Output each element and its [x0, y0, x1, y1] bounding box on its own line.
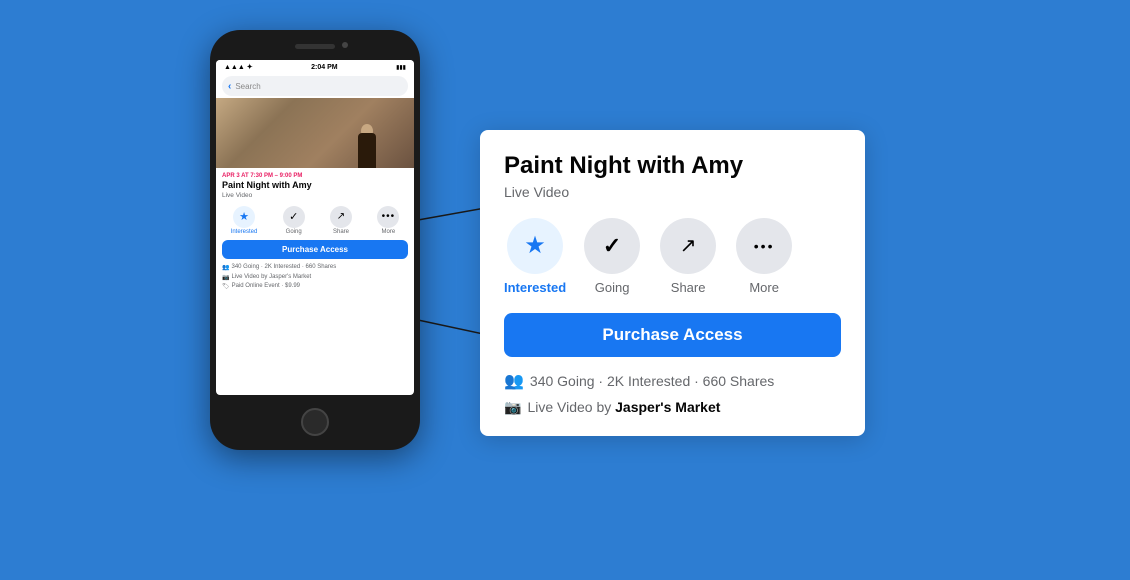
card-action-interested[interactable]: ★ Interested: [504, 218, 566, 295]
share-circle: ↗: [330, 206, 352, 228]
card-more-icon: •••: [754, 238, 775, 254]
card-share-circle: ↗: [660, 218, 716, 274]
card-meta-row: 📷 Live Video by Jasper's Market: [504, 399, 841, 416]
card-meta-market: Jasper's Market: [615, 399, 720, 415]
phone-action-interested[interactable]: ★ Interested: [231, 206, 258, 235]
card-subtitle: Live Video: [504, 184, 841, 200]
ticket-icon: 🏷: [222, 283, 230, 290]
video-icon: 📷: [222, 274, 229, 281]
event-card: Paint Night with Amy Live Video ★ Intere…: [480, 130, 865, 436]
stats-text: 340 Going · 2K Interested · 660 Shares: [231, 264, 336, 270]
phone-meta-row: 📷 Live Video by Jasper's Market: [216, 273, 414, 282]
card-going-label: Going: [595, 280, 630, 295]
card-video-icon: 📷: [504, 399, 521, 416]
phone-actions-row: ★ Interested ✓ Going ↗ Share: [216, 202, 414, 237]
more-circle: •••: [377, 206, 399, 228]
card-share-icon: ↗: [680, 233, 697, 258]
card-going-circle: ✓: [584, 218, 640, 274]
card-stats-row: 👥 340 Going · 2K Interested · 660 Shares: [504, 371, 841, 391]
meta-text: Live Video by Jasper's Market: [231, 274, 311, 280]
card-star-icon: ★: [524, 231, 546, 260]
phone-screen: ▲▲▲ ✦ 2:04 PM ▮▮▮ ‹ Search APR 3 AT 7:30…: [216, 60, 414, 395]
interested-circle: ★: [233, 206, 255, 228]
card-meta-text: Live Video by Jasper's Market: [527, 399, 720, 415]
share-icon: ↗: [337, 211, 345, 222]
signal-icon: ▲▲▲ ✦: [224, 63, 253, 71]
card-stats-text: 340 Going · 2K Interested · 660 Shares: [530, 373, 774, 389]
phone-camera: [342, 42, 348, 48]
card-meta-prefix: Live Video by: [527, 399, 615, 415]
card-action-share[interactable]: ↗ Share: [658, 218, 718, 295]
event-date: APR 3 AT 7:30 PM – 9:00 PM: [222, 173, 408, 179]
card-people-icon: 👥: [504, 371, 524, 391]
phone-purchase-button[interactable]: Purchase Access: [222, 240, 408, 259]
battery-icon: ▮▮▮: [396, 64, 406, 71]
phone-body: ▲▲▲ ✦ 2:04 PM ▮▮▮ ‹ Search APR 3 AT 7:30…: [210, 30, 420, 450]
phone-home-button[interactable]: [301, 408, 329, 436]
going-circle: ✓: [283, 206, 305, 228]
share-label: Share: [333, 229, 349, 235]
event-image: [216, 98, 414, 168]
card-check-icon: ✓: [603, 233, 621, 259]
card-purchase-button[interactable]: Purchase Access: [504, 313, 841, 357]
figure-silhouette: [349, 113, 384, 168]
phone-action-going[interactable]: ✓ Going: [283, 206, 305, 235]
status-bar: ▲▲▲ ✦ 2:04 PM ▮▮▮: [216, 60, 414, 74]
paid-text: Paid Online Event · $9.99: [232, 283, 300, 289]
phone-mockup: ▲▲▲ ✦ 2:04 PM ▮▮▮ ‹ Search APR 3 AT 7:30…: [210, 30, 420, 450]
phone-event-info: APR 3 AT 7:30 PM – 9:00 PM Paint Night w…: [216, 168, 414, 202]
card-action-going[interactable]: ✓ Going: [582, 218, 642, 295]
card-share-label: Share: [671, 280, 706, 295]
phone-paid-row: 🏷 Paid Online Event · $9.99: [216, 282, 414, 291]
phone-speaker: [295, 44, 335, 49]
interested-label: Interested: [231, 229, 258, 235]
card-title: Paint Night with Amy: [504, 152, 841, 181]
phone-stats: 👥 340 Going · 2K Interested · 660 Shares: [216, 262, 414, 273]
card-interested-circle: ★: [507, 218, 563, 274]
search-bar[interactable]: ‹ Search: [222, 76, 408, 96]
card-actions-row: ★ Interested ✓ Going ↗ Share ••• More: [504, 218, 841, 295]
going-label: Going: [286, 229, 302, 235]
card-more-label: More: [749, 280, 779, 295]
event-title: Paint Night with Amy: [222, 180, 408, 191]
time-display: 2:04 PM: [311, 64, 337, 71]
search-placeholder: Search: [235, 82, 260, 91]
more-label: More: [381, 229, 395, 235]
back-icon[interactable]: ‹: [228, 81, 231, 92]
more-icon: •••: [382, 211, 396, 222]
phone-action-more[interactable]: ••• More: [377, 206, 399, 235]
card-interested-label: Interested: [504, 280, 566, 295]
star-icon: ★: [239, 210, 249, 223]
people-icon: 👥: [222, 264, 229, 271]
phone-action-share[interactable]: ↗ Share: [330, 206, 352, 235]
event-subtitle: Live Video: [222, 192, 408, 199]
card-action-more[interactable]: ••• More: [734, 218, 794, 295]
card-more-circle: •••: [736, 218, 792, 274]
check-icon: ✓: [289, 210, 298, 223]
